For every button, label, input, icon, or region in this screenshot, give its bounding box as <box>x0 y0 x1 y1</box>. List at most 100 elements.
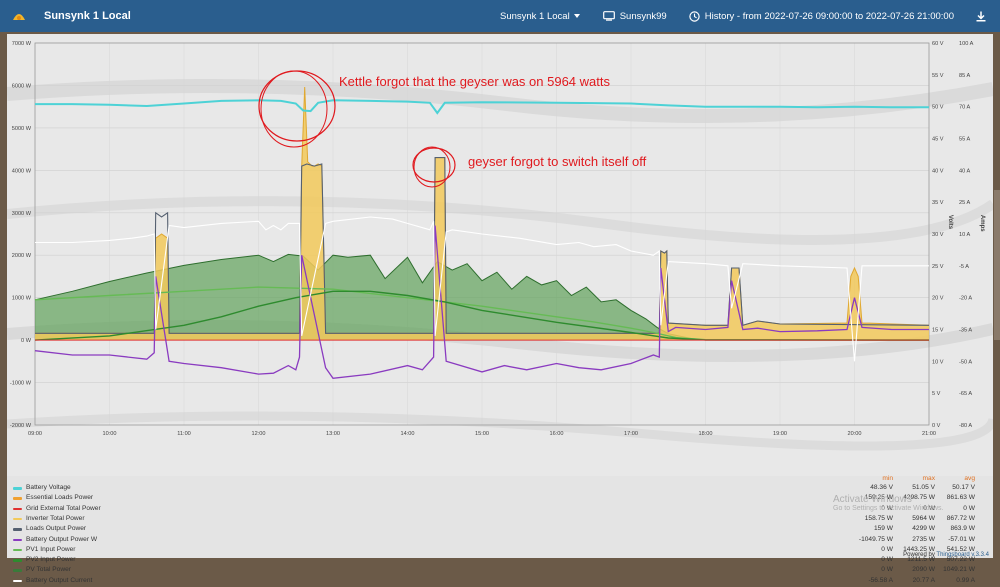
legend-swatch <box>13 487 22 490</box>
device-selector[interactable]: Sunsynk 1 Local <box>500 11 581 22</box>
x-tick-label: 11:00 <box>177 431 191 437</box>
device-selector-label: Sunsynk 1 Local <box>499 10 570 22</box>
legend-item[interactable]: Battery Voltage 48.36 V 51.05 V 50.17 V <box>7 484 993 494</box>
legend-item[interactable]: Inverter Total Power 158.75 W 5964 W 867.72… <box>7 515 993 525</box>
legend-swatch <box>13 507 22 511</box>
legend-avg-value: 867.72 W <box>946 514 975 522</box>
y-amps-tick-label: 40 A <box>959 168 970 174</box>
legend-name: Battery Voltage <box>26 484 71 491</box>
powered-prefix: Powered by <box>903 552 937 558</box>
legend-swatch <box>13 517 22 521</box>
legend-swatch <box>13 569 22 572</box>
y-volts-tick-label: 60 V <box>932 41 944 47</box>
legend-swatch <box>13 538 22 541</box>
kettle-annotation: Kettle forgot that the geyser was on 596… <box>339 74 610 89</box>
sun-logo-icon <box>13 14 25 20</box>
y-volts-tick-label: 25 V <box>932 264 944 270</box>
legend-avg-value: 50.17 V <box>952 484 975 491</box>
powered-by: Powered by Thingsboard v.3.3.4 <box>903 552 989 558</box>
legend-name: Essential Loads Power <box>26 494 94 502</box>
history-label: History - from 2022-07-26 09:00:00 to 20… <box>704 10 954 22</box>
page-scrollbar[interactable] <box>994 190 1000 340</box>
legend-header-avg: avg <box>964 475 975 482</box>
legend-name: Battery Output Current <box>26 576 93 584</box>
x-tick-label: 17:00 <box>624 431 638 437</box>
y-left-tick-label: -2000 W <box>10 423 32 429</box>
monitor-icon <box>602 11 615 21</box>
y-amps-tick-label: 25 A <box>959 200 970 206</box>
y-volts-tick-label: 55 V <box>932 73 944 79</box>
x-tick-label: 16:00 <box>550 431 564 437</box>
y-amps-tick-label: 70 A <box>959 105 970 111</box>
legend-name: PV1 Input Power <box>26 545 76 553</box>
x-tick-label: 09:00 <box>28 431 42 437</box>
y-volts-tick-label: 10 V <box>932 359 944 365</box>
x-tick-label: 13:00 <box>326 431 340 437</box>
x-tick-label: 19:00 <box>773 431 787 437</box>
y-amps-tick-label: -65 A <box>959 391 972 397</box>
y-left-tick-label: 6000 W <box>12 83 32 89</box>
top-bar: Sunsynk 1 Local Sunsynk 1 Local Sunsynk9… <box>0 0 1000 32</box>
y-left-tick-label: 0 W <box>21 338 32 344</box>
history-chart[interactable]: 7000 W 6000 W 5000 W 4000 W 3000 W 2000 W 1000… <box>7 34 993 476</box>
legend-swatch <box>13 579 22 583</box>
y-amps-tick-label: -80 A <box>959 423 972 429</box>
x-tick-label: 12:00 <box>252 431 266 437</box>
x-tick-label: 21:00 <box>922 431 936 437</box>
y-amps-tick-label: -5 A <box>959 264 969 270</box>
x-tick-label: 10:00 <box>103 431 117 437</box>
y-amps-tick-label: -35 A <box>959 328 972 334</box>
legend-item[interactable]: Battery Output Current -56.58 A 20.77 A 0.9… <box>7 577 993 587</box>
legend-name: Battery Output Power W <box>26 535 98 543</box>
y-left-tick-label: 5000 W <box>12 126 32 132</box>
y-volts-tick-label: 5 V <box>932 391 941 397</box>
legend-swatch <box>13 528 22 531</box>
y-volts-tick-label: 30 V <box>932 232 944 238</box>
watermark-line-1: Activate Windows <box>833 494 912 505</box>
chart-widget: 7000 W 6000 W 5000 W 4000 W 3000 W 2000 W 1000… <box>7 34 993 584</box>
y-left-tick-label: 3000 W <box>12 211 32 217</box>
legend-name: PV Total Power <box>26 566 71 574</box>
legend-avg-value: 863.9 W <box>950 525 975 533</box>
y-amps-tick-label: 85 A <box>959 73 970 79</box>
x-tick-label: 20:00 <box>848 431 862 437</box>
legend-item[interactable]: PV2 Input Power 0 W 1211.5 W 507.22 W <box>7 556 993 566</box>
y-left-tick-label: 7000 W <box>12 41 32 47</box>
download-button[interactable] <box>976 11 986 22</box>
legend-item[interactable]: Battery Output Power W -1049.75 W 2735 W -5… <box>7 536 993 546</box>
y-amps-tick-label: -20 A <box>959 296 972 302</box>
legend-item[interactable]: PV1 Input Power 0 W 1443.25 W 541.52 W <box>7 546 993 556</box>
user-entity[interactable]: Sunsynk99 <box>602 10 667 22</box>
y-left-tick-label: 2000 W <box>12 253 32 259</box>
y-volts-tick-label: 45 V <box>932 137 944 143</box>
legend-swatch <box>13 497 22 500</box>
y-volts-tick-label: 20 V <box>932 296 944 302</box>
user-label: Sunsynk99 <box>619 10 667 22</box>
x-tick-label: 15:00 <box>475 431 489 437</box>
y-volts-tick-label: 50 V <box>932 105 944 111</box>
legend-swatch <box>13 548 22 552</box>
legend-item[interactable]: Loads Output Power 159 W 4299 W 863.9 W <box>7 525 993 535</box>
watermark-line-2: Go to Settings to activate Windows. <box>833 505 944 512</box>
y-amps-tick-label: 10 A <box>959 232 970 238</box>
y-left-tick-label: 1000 W <box>12 296 32 302</box>
caret-down-icon <box>573 14 580 18</box>
y-volts-tick-label: 0 V <box>932 423 941 429</box>
legend-name: PV2 Input Power <box>26 556 76 564</box>
download-icon <box>976 11 986 21</box>
legend-name: Loads Output Power <box>26 525 87 533</box>
legend-avg-value: -57.01 W <box>948 535 975 543</box>
history-timewindow[interactable]: History - from 2022-07-26 09:00:00 to 20… <box>689 11 954 22</box>
powered-brand-link[interactable]: Thingsboard v.3.3.4 <box>936 552 989 558</box>
y-amps-tick-label: -50 A <box>959 359 972 365</box>
y-left-tick-label: -1000 W <box>10 381 32 387</box>
y-left-tick-label: 4000 W <box>12 168 32 174</box>
app-title: Sunsynk 1 Local <box>44 10 131 22</box>
legend-item[interactable]: PV Total Power 0 W 2090 W 1049.21 W <box>7 566 993 576</box>
x-tick-label: 14:00 <box>401 431 415 437</box>
y-volts-tick-label: 35 V <box>932 200 944 206</box>
legend-name: Grid External Total Power <box>26 504 101 512</box>
y-amps-tick-label: 55 A <box>959 137 970 143</box>
geyser-annotation: geyser forgot to switch itself off <box>468 154 647 169</box>
legend-swatch <box>13 559 22 562</box>
